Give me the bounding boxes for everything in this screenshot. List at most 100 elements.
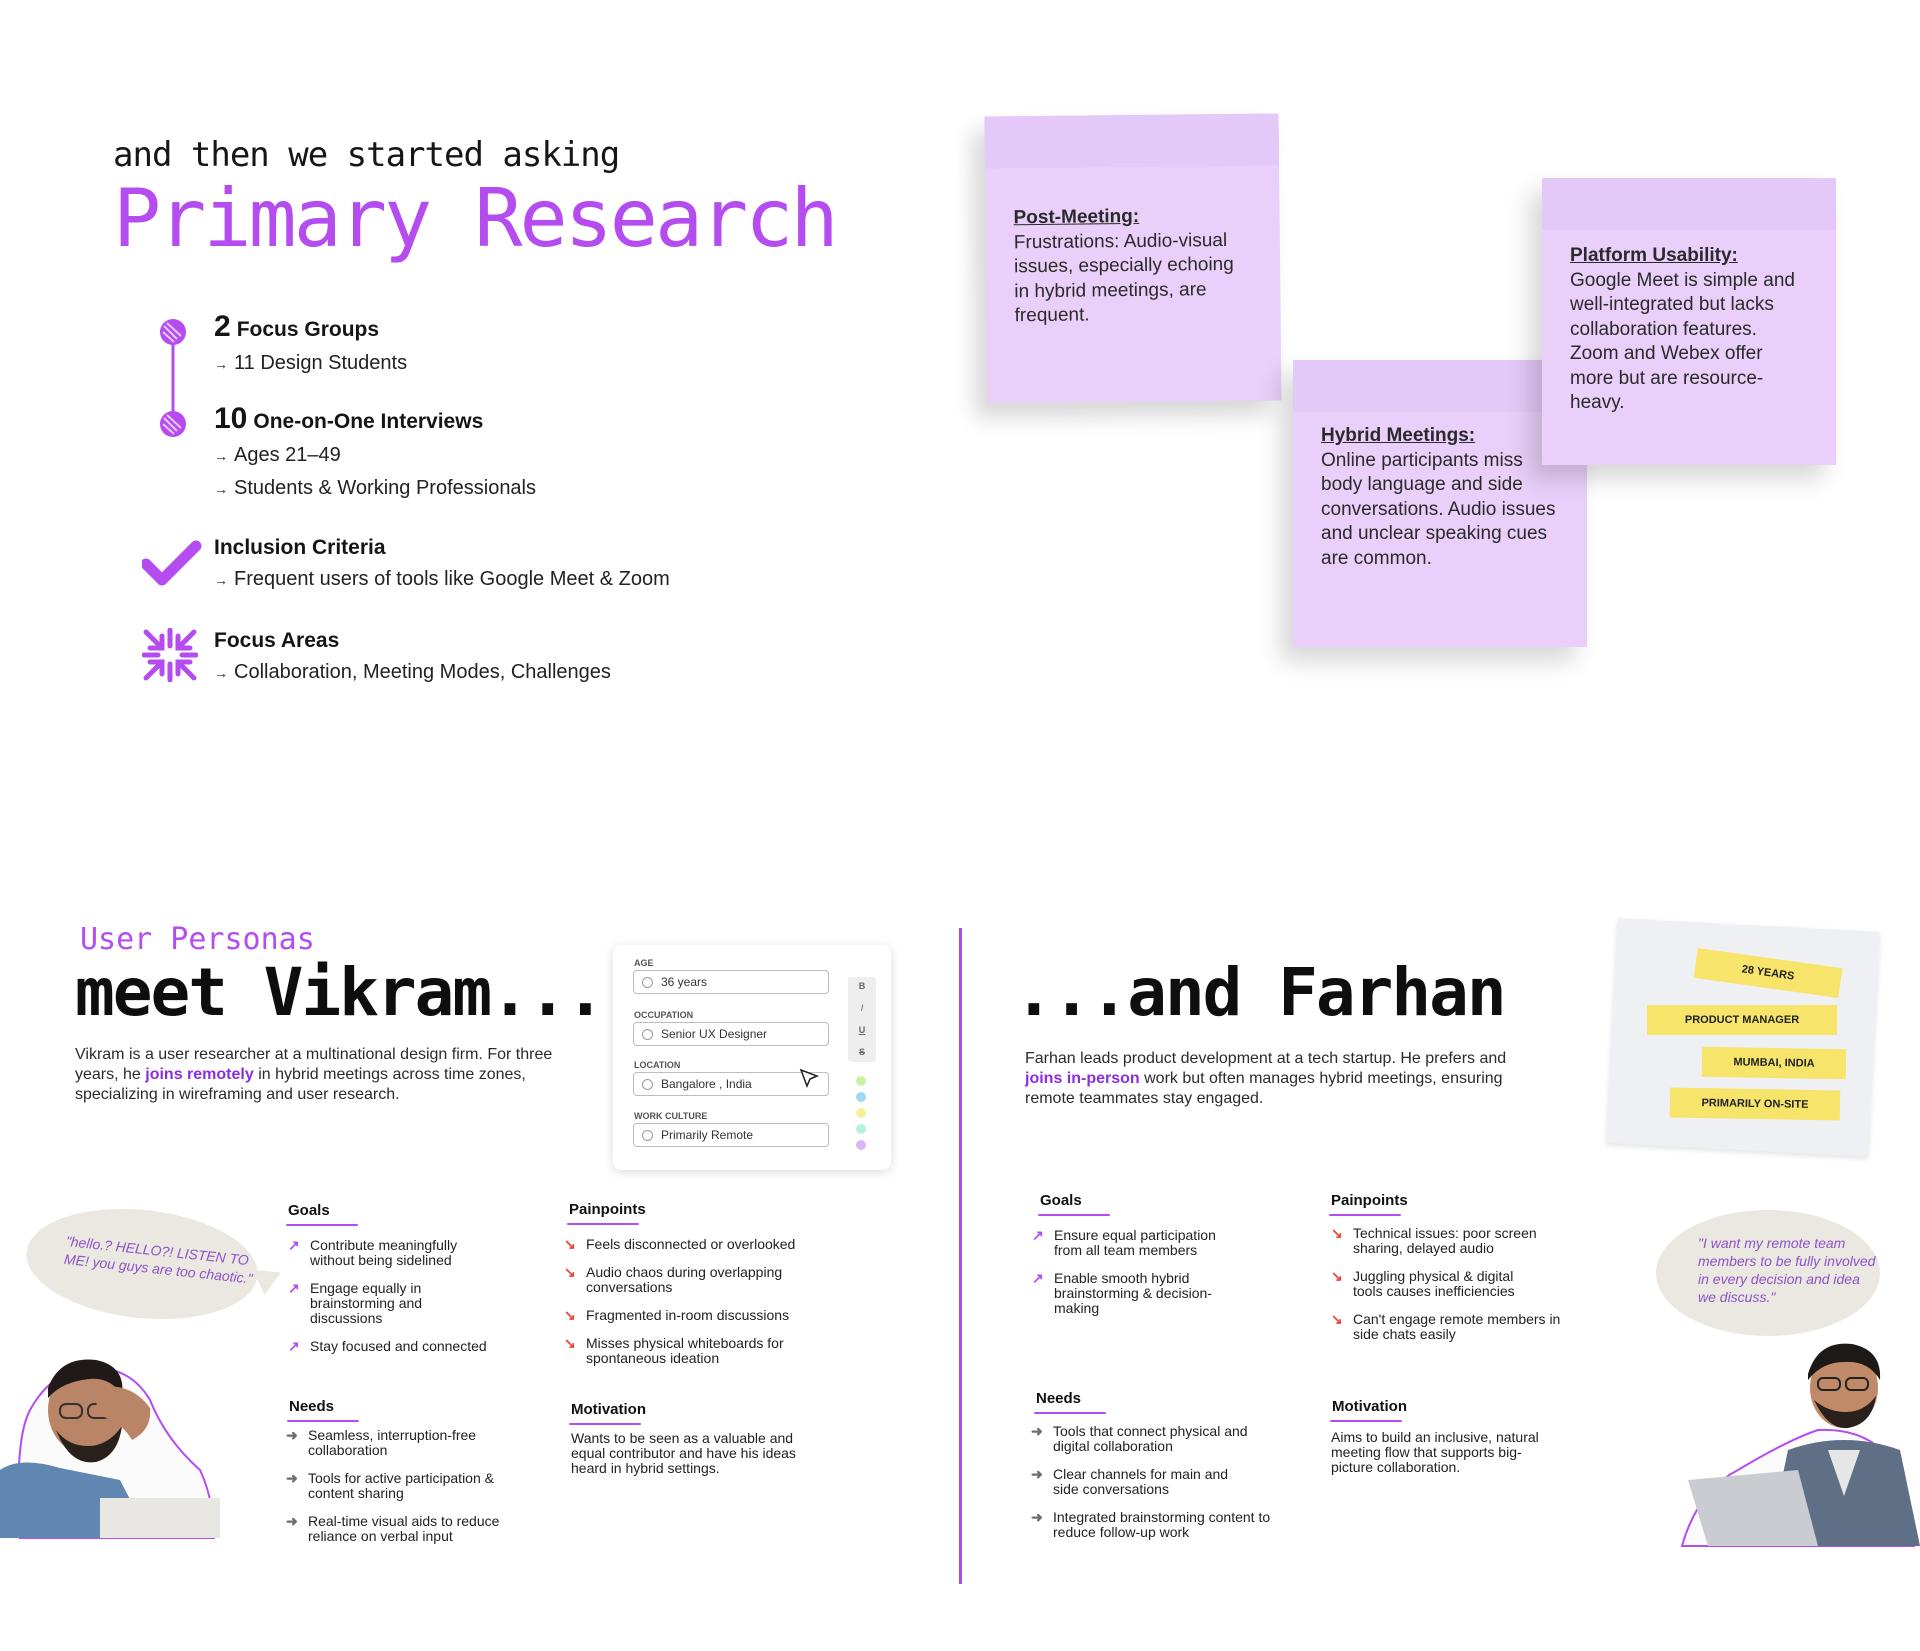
arrow-down-icon: ↘	[564, 1307, 576, 1323]
vikram-painpoints-list: ↘ Feels disconnected or overlooked ↘ Audio…	[564, 1237, 824, 1366]
sticky-note-post-meeting: Post-Meeting: Frustrations: Audio-visual…	[984, 113, 1282, 404]
vikram-motivation-heading: Motivation	[569, 1401, 646, 1425]
focus-groups-label: Focus Groups	[236, 318, 380, 341]
text-format-toolbar: B I U S	[848, 977, 876, 1062]
arrow-icon: →	[214, 665, 228, 681]
personas-label: User Personas	[80, 922, 315, 957]
list-item: ↗ Ensure equal participation from all tea…	[1032, 1227, 1216, 1258]
underline-icon: U	[858, 1025, 866, 1035]
note-body: Online participants miss body language a…	[1321, 449, 1556, 569]
vikram-painpoints-heading: Painpoints	[567, 1201, 646, 1225]
persona-divider	[959, 928, 962, 1584]
arrow-right-icon: ➜	[1031, 1509, 1043, 1525]
arrow-icon: →	[214, 481, 228, 497]
list-item: ➜ Real-time visual aids to reduce relianc…	[286, 1513, 500, 1544]
vikram-photo	[0, 1359, 220, 1539]
farhan-needs-heading: Needs	[1033, 1390, 1107, 1414]
focus-groups-count: 2	[214, 310, 231, 343]
farhan-motivation-text: Aims to build an inclusive, natural meet…	[1331, 1429, 1539, 1475]
note-body: Frustrations: Audio-visual issues, espec…	[1013, 229, 1234, 327]
list-item: ↗ Stay focused and connected	[288, 1338, 487, 1354]
vikram-title: meet Vikram...	[75, 954, 605, 1031]
arrow-up-icon: ↗	[288, 1237, 300, 1253]
farhan-goals-heading: Goals	[1038, 1192, 1110, 1216]
list-item: ➜ Tools that connect physical and digital…	[1031, 1423, 1248, 1454]
cursor-icon	[799, 1068, 820, 1089]
vikram-needs-list: ➜ Seamless, interruption-free collaborati…	[286, 1428, 526, 1544]
vikram-description: Vikram is a user researcher at a multina…	[75, 1046, 553, 1103]
farhan-painpoints-list: ↘ Technical issues: poor screen sharing, …	[1331, 1226, 1561, 1342]
research-title: Primary Research	[113, 172, 839, 265]
strikethrough-icon: S	[858, 1047, 865, 1057]
list-item: ➜ Integrated brainstorming content to red…	[1031, 1509, 1271, 1540]
vikram-goals-list: ↗ Contribute meaningfully without being s…	[288, 1238, 488, 1354]
tag-occupation: PRODUCT MANAGER	[1647, 1005, 1837, 1035]
list-item: ↗ Engage equally in brainstorming and dis…	[288, 1280, 423, 1326]
note-band	[1542, 178, 1836, 230]
inclusion-label: Inclusion Criteria	[214, 536, 386, 559]
interviews-sub-people: Students & Working Professionals	[234, 477, 537, 499]
checkmark-icon	[142, 540, 202, 586]
list-item: ↘ Misses physical whiteboards for spontan…	[564, 1335, 784, 1366]
arrow-icon: →	[214, 572, 228, 588]
list-item: ↗ Contribute meaningfully without being s…	[288, 1237, 458, 1268]
farhan-description: Farhan leads product development at a te…	[1025, 1050, 1507, 1107]
interviews-sub-ages: Ages 21–49	[234, 444, 341, 466]
focus-areas-sub: Collaboration, Meeting Modes, Challenges	[234, 661, 611, 683]
arrow-icon: →	[214, 448, 228, 464]
farhan-title: ...and Farhan	[1014, 954, 1507, 1031]
arrow-up-icon: ↗	[288, 1338, 300, 1354]
note-band	[984, 113, 1280, 169]
farhan-goals-list: ↗ Ensure equal participation from all tea…	[1032, 1228, 1232, 1316]
list-item: ↘ Juggling physical & digital tools cause…	[1331, 1268, 1515, 1299]
tag-work-culture: PRIMARILY ON-SITE	[1669, 1087, 1841, 1121]
arrow-right-icon: ➜	[286, 1427, 298, 1443]
arrow-down-icon: ↘	[1331, 1311, 1343, 1327]
vikram-highlight: joins remotely	[145, 1066, 254, 1083]
arrow-right-icon: ➜	[286, 1513, 298, 1529]
arrow-right-icon: ➜	[286, 1470, 298, 1486]
arrow-down-icon: ↘	[564, 1264, 576, 1280]
list-item: ↗ Enable smooth hybrid brainstorming & de…	[1032, 1270, 1212, 1316]
color-swatch	[856, 1140, 866, 1150]
color-swatch	[856, 1076, 866, 1086]
arrow-right-icon: ➜	[1031, 1466, 1043, 1482]
culture-field: Primarily Remote	[633, 1123, 829, 1147]
interviews-count: 10	[214, 402, 248, 435]
farhan-needs-list: ➜ Tools that connect physical and digital…	[1031, 1424, 1271, 1540]
occupation-label: OCCUPATION	[634, 1010, 694, 1020]
list-item: ↘ Technical issues: poor screen sharing, …	[1331, 1225, 1537, 1256]
farhan-highlight: joins in-person	[1025, 1070, 1140, 1087]
farhan-motivation-heading: Motivation	[1330, 1398, 1407, 1422]
vikram-motivation-text: Wants to be seen as a valuable and equal…	[571, 1430, 796, 1476]
research-eyebrow: and then we started asking	[113, 135, 620, 175]
list-item: ↘ Audio chaos during overlapping conversa…	[564, 1264, 783, 1295]
timeline-icon	[160, 319, 186, 437]
arrow-down-icon: ↘	[564, 1335, 576, 1351]
list-item: ↘ Can't engage remote members in side cha…	[1331, 1311, 1561, 1342]
color-swatch	[856, 1092, 866, 1102]
bold-icon: B	[858, 981, 866, 991]
age-label: AGE	[634, 958, 654, 968]
list-item: ↘ Feels disconnected or overlooked	[564, 1236, 796, 1252]
focus-areas-label: Focus Areas	[214, 629, 340, 652]
interviews-label: One-on-One Interviews	[253, 410, 484, 433]
farhan-painpoints-heading: Painpoints	[1329, 1192, 1408, 1216]
radio-icon	[642, 1029, 653, 1040]
inclusion-sub: Frequent users of tools like Google Meet…	[234, 568, 670, 590]
color-swatch	[856, 1124, 866, 1134]
color-swatch	[856, 1108, 866, 1118]
arrow-up-icon: ↗	[1032, 1270, 1044, 1286]
list-item: ➜ Seamless, interruption-free collaborati…	[286, 1427, 477, 1458]
culture-label: WORK CULTURE	[634, 1111, 708, 1121]
list-item: ➜ Tools for active participation & conten…	[286, 1470, 494, 1501]
list-item: ↘ Fragmented in-room discussions	[564, 1307, 790, 1323]
arrow-down-icon: ↘	[1331, 1225, 1343, 1241]
arrow-icon: →	[214, 356, 228, 372]
tag-location: MUMBAI, INDIA	[1701, 1046, 1847, 1080]
vikram-goals-heading: Goals	[286, 1202, 358, 1226]
location-label: LOCATION	[634, 1060, 681, 1070]
note-heading: Hybrid Meetings:	[1321, 425, 1476, 446]
farhan-photo	[1680, 1343, 1920, 1547]
radio-icon	[642, 977, 653, 988]
